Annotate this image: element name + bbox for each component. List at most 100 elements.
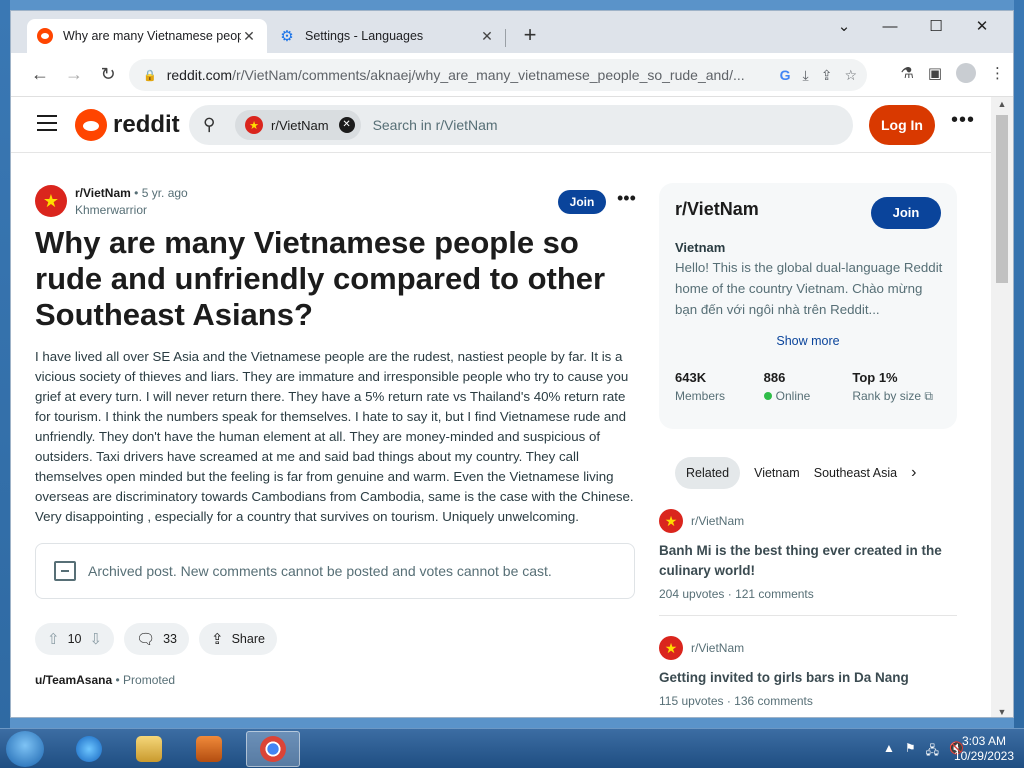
hamburger-menu-icon[interactable] bbox=[37, 115, 57, 136]
related-post-title[interactable]: Getting invited to girls bars in Da Nang bbox=[659, 668, 957, 688]
url-path: /r/VietNam/comments/aknaej/why_are_many_… bbox=[232, 67, 745, 83]
post-subreddit[interactable]: r/VietNam • 5 yr. ago bbox=[75, 186, 188, 200]
promoted-user[interactable]: u/TeamAsana bbox=[35, 673, 112, 687]
close-tab-icon[interactable]: ✕ bbox=[479, 28, 495, 45]
comment-count: 33 bbox=[163, 632, 178, 646]
google-lens-icon[interactable]: G bbox=[780, 67, 791, 83]
scroll-down-icon[interactable]: ▼ bbox=[991, 707, 1013, 717]
share-button[interactable]: ⇪ Share bbox=[199, 623, 277, 655]
share-icon[interactable]: ⇪ bbox=[821, 67, 833, 84]
install-app-icon[interactable]: ⤓ bbox=[803, 67, 809, 84]
taskbar-media-player[interactable] bbox=[182, 731, 236, 767]
tab-search-chevron-icon[interactable]: ⌄ bbox=[821, 15, 867, 39]
external-link-icon: ⧉ bbox=[924, 389, 933, 403]
windows-taskbar: ▲ ⚑ 🖧 🔇 3:03 AM 10/29/2023 bbox=[0, 728, 1024, 768]
stat-rank: Top 1% Rank by size ⧉ bbox=[852, 370, 933, 403]
post-actions: ⇧ 10 ⇩ 🗨 33 ⇪ Share bbox=[35, 623, 635, 655]
system-tray: ▲ ⚑ 🖧 🔇 bbox=[883, 741, 964, 762]
forward-arrow-icon[interactable]: → bbox=[57, 64, 91, 85]
scroll-thumb[interactable] bbox=[996, 115, 1008, 283]
chevron-right-icon[interactable]: › bbox=[911, 464, 916, 482]
reddit-header: reddit ⚲ ★ r/VietNam ✕ Search in r/VietN… bbox=[11, 97, 991, 153]
related-post-sub[interactable]: r/VietNam bbox=[691, 641, 744, 655]
back-arrow-icon[interactable]: ← bbox=[23, 64, 57, 85]
share-label: Share bbox=[231, 632, 265, 646]
community-card: r/VietNam Join Vietnam Hello! This is th… bbox=[659, 183, 957, 429]
profile-avatar-icon[interactable] bbox=[956, 63, 976, 83]
tab-strip: Why are many Vietnamese peop ✕ ⚙ Setting… bbox=[11, 11, 1013, 53]
extensions-icon[interactable]: ⚗ bbox=[900, 64, 913, 82]
new-tab-button[interactable]: + bbox=[517, 23, 543, 47]
desktop-edge-left bbox=[0, 0, 10, 728]
join-button[interactable]: Join bbox=[558, 190, 606, 214]
chip-label: r/VietNam bbox=[271, 117, 329, 133]
promoted-label: • Promoted bbox=[115, 673, 176, 687]
taskbar-internet-explorer[interactable] bbox=[62, 731, 116, 767]
tab-vietnam[interactable]: Vietnam bbox=[754, 466, 800, 480]
related-post-comments: 121 comments bbox=[735, 587, 814, 601]
tab-separator bbox=[505, 29, 506, 47]
post-body: I have lived all over SE Asia and the Vi… bbox=[35, 349, 634, 524]
minimize-button[interactable]: — bbox=[867, 15, 913, 39]
reload-icon[interactable]: ↻ bbox=[91, 64, 125, 85]
promoted-row: u/TeamAsana • Promoted bbox=[35, 673, 635, 687]
vote-pill: ⇧ 10 ⇩ bbox=[35, 623, 115, 655]
login-button[interactable]: Log In bbox=[869, 105, 935, 145]
taskbar-chrome[interactable] bbox=[246, 731, 300, 767]
post-meta: ★ r/VietNam • 5 yr. ago Khmerwarrior Joi… bbox=[35, 185, 636, 221]
browser-window: Why are many Vietnamese peop ✕ ⚙ Setting… bbox=[10, 10, 1014, 718]
reddit-wordmark[interactable]: reddit bbox=[113, 111, 180, 139]
clear-chip-icon[interactable]: ✕ bbox=[338, 117, 355, 133]
related-post-upvotes: 204 upvotes bbox=[659, 587, 725, 601]
close-window-button[interactable]: ✕ bbox=[959, 15, 1005, 39]
reddit-logo-icon[interactable] bbox=[75, 109, 107, 141]
taskbar-file-explorer[interactable] bbox=[122, 731, 176, 767]
tab-southeast-asia[interactable]: Southeast Asia bbox=[814, 466, 897, 480]
related-post-sub[interactable]: r/VietNam bbox=[691, 514, 744, 528]
start-button[interactable] bbox=[6, 731, 44, 767]
subreddit-avatar-icon[interactable]: ★ bbox=[35, 185, 67, 217]
show-more-button[interactable]: Show more bbox=[675, 334, 941, 348]
subreddit-search-chip[interactable]: ★ r/VietNam ✕ bbox=[235, 110, 361, 140]
search-bar[interactable]: ⚲ ★ r/VietNam ✕ Search in r/VietNam bbox=[189, 105, 853, 145]
search-icon: ⚲ bbox=[203, 115, 216, 134]
page-scrollbar[interactable]: ▲ ▼ bbox=[991, 97, 1013, 717]
tab-related[interactable]: Related bbox=[675, 457, 741, 489]
upvote-icon[interactable]: ⇧ bbox=[47, 630, 60, 648]
stat-members: 643K Members bbox=[675, 370, 726, 403]
subreddit-avatar-icon: ★ bbox=[659, 509, 683, 533]
search-input[interactable]: Search in r/VietNam bbox=[373, 117, 498, 133]
related-post[interactable]: ★ r/VietNam Getting invited to girls bars… bbox=[659, 636, 957, 717]
browser-toolbar: ← → ↻ 🔒 reddit.com/r/VietNam/comments/ak… bbox=[11, 53, 1013, 97]
related-post-title[interactable]: Banh Mi is the best thing ever created i… bbox=[659, 541, 957, 581]
taskbar-clock[interactable]: 3:03 AM 10/29/2023 bbox=[954, 734, 1014, 764]
archived-notice: Archived post. New comments cannot be po… bbox=[35, 543, 635, 599]
scroll-up-icon[interactable]: ▲ bbox=[991, 99, 1013, 109]
comments-button[interactable]: 🗨 33 bbox=[124, 623, 190, 655]
network-icon[interactable]: 🖧 bbox=[926, 741, 939, 762]
close-tab-icon[interactable]: ✕ bbox=[241, 28, 257, 45]
join-community-button[interactable]: Join bbox=[871, 197, 941, 229]
community-description: Hello! This is the global dual-language … bbox=[675, 260, 943, 317]
more-options-icon[interactable]: ••• bbox=[951, 109, 975, 132]
post-author[interactable]: Khmerwarrior bbox=[75, 203, 147, 217]
tab-settings-languages[interactable]: ⚙ Settings - Languages ✕ bbox=[269, 19, 505, 53]
related-tabs: Related Vietnam Southeast Asia › bbox=[659, 457, 957, 489]
maximize-button[interactable]: ☐ bbox=[913, 15, 959, 39]
tab-reddit-post[interactable]: Why are many Vietnamese peop ✕ bbox=[27, 19, 267, 53]
side-panel-icon[interactable]: ▣ bbox=[928, 64, 942, 82]
downvote-icon[interactable]: ⇩ bbox=[89, 630, 102, 648]
clock-time: 3:03 AM bbox=[961, 734, 1006, 748]
related-post[interactable]: ★ r/VietNam Banh Mi is the best thing eve… bbox=[659, 509, 957, 616]
address-bar[interactable]: 🔒 reddit.com/r/VietNam/comments/aknaej/w… bbox=[129, 59, 867, 91]
sidebar: r/VietNam Join Vietnam Hello! This is th… bbox=[659, 183, 957, 717]
post-options-icon[interactable]: ••• bbox=[617, 188, 636, 209]
tab-title: Settings - Languages bbox=[305, 29, 424, 43]
bookmark-star-icon[interactable]: ☆ bbox=[844, 67, 857, 84]
action-center-icon[interactable]: ⚑ bbox=[905, 741, 916, 762]
show-hidden-icons-icon[interactable]: ▲ bbox=[883, 741, 895, 762]
reddit-favicon-icon bbox=[37, 28, 53, 44]
related-post-comments: 136 comments bbox=[734, 694, 813, 708]
online-dot-icon bbox=[763, 392, 772, 400]
chrome-menu-icon[interactable]: ⋮ bbox=[990, 64, 1005, 82]
